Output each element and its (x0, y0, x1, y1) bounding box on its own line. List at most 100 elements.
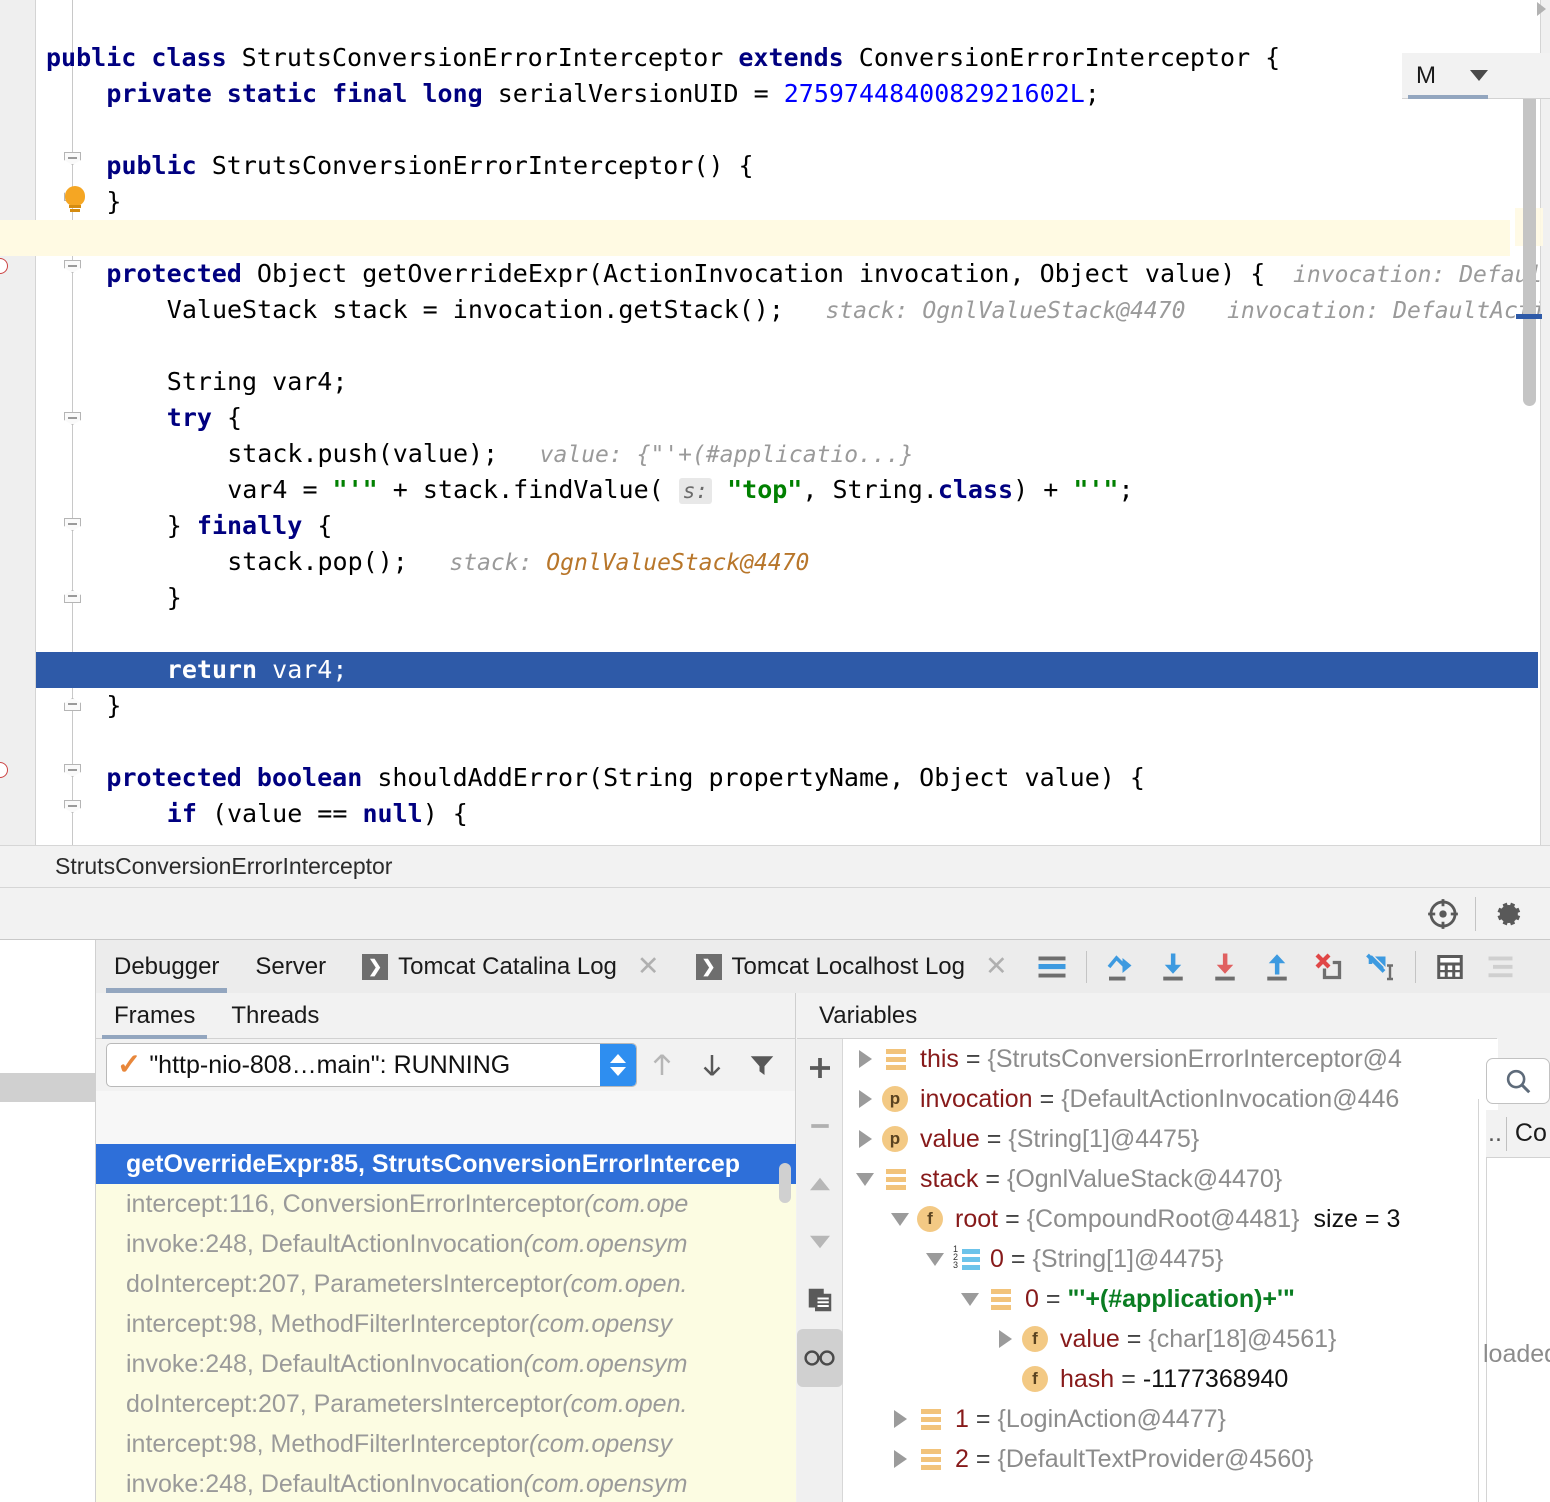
show-execution-point-icon[interactable] (1026, 940, 1078, 993)
variable-row[interactable]: f hash = -1177368940 (844, 1359, 1498, 1399)
move-down-icon[interactable] (687, 1043, 737, 1087)
variable-row[interactable]: p value = {String[1]@4475} (844, 1119, 1498, 1159)
chevron-updown-icon[interactable] (600, 1044, 636, 1086)
variable-equals: = (965, 1044, 981, 1073)
subtab-threads[interactable]: Threads (213, 993, 337, 1039)
close-icon[interactable]: ✕ (985, 953, 1008, 980)
far-panel-column-header[interactable]: .. Co (1486, 1110, 1550, 1158)
move-up-icon[interactable] (637, 1043, 687, 1087)
variable-row[interactable]: 1 = {LoginAction@4477} (844, 1399, 1498, 1439)
move-watch-down-icon[interactable] (797, 1213, 843, 1271)
expand-triangle-icon[interactable] (852, 1050, 878, 1068)
editor-right-rail (1540, 0, 1550, 845)
expand-triangle-icon[interactable] (992, 1330, 1018, 1348)
field-icon: f (1022, 1366, 1052, 1392)
frame-item[interactable]: doIntercept:207, ParametersInterceptor (… (96, 1264, 796, 1304)
add-watch-icon[interactable] (797, 1039, 843, 1097)
variable-row[interactable]: stack = {OgnlValueStack@4470} (844, 1159, 1498, 1199)
variable-row[interactable]: f root = {CompoundRoot@4481} size = 3 (844, 1199, 1498, 1239)
filter-icon[interactable] (737, 1043, 787, 1087)
frame-item[interactable]: invoke:248, DefaultActionInvocation (com… (96, 1464, 796, 1502)
frame-item-selected[interactable]: getOverrideExpr:85, StrutsConversionErro… (96, 1144, 796, 1184)
step-over-icon[interactable] (1095, 940, 1147, 993)
frame-method: doIntercept:207, ParametersInterceptor (126, 1389, 563, 1418)
mute-breakpoints-icon[interactable] (1476, 940, 1528, 993)
thread-selector[interactable]: ✓ "http-nio-808…main": RUNNING (106, 1043, 637, 1087)
code-line: try { (166, 403, 243, 432)
variable-equals: = (1005, 1204, 1020, 1233)
variables-tree[interactable]: this = {StrutsConversionErrorInterceptor@4… (844, 1039, 1498, 1502)
frame-method: getOverrideExpr:85, StrutsConversionErro… (126, 1149, 741, 1178)
move-watch-up-icon[interactable] (797, 1155, 843, 1213)
variable-row[interactable]: 1 2 3 0 = {String[1]@4475} (844, 1239, 1498, 1279)
force-step-into-icon[interactable] (1199, 940, 1251, 993)
drop-frame-icon[interactable] (1303, 940, 1355, 993)
code-line: public class StrutsConversionErrorInterc… (46, 43, 1281, 72)
tab-tomcat-catalina-log[interactable]: ❯ Tomcat Catalina Log ✕ (344, 940, 677, 993)
gear-icon[interactable] (1482, 888, 1534, 940)
collapse-triangle-icon[interactable] (922, 1252, 948, 1266)
scroll-arrow-icon[interactable] (1537, 2, 1546, 16)
step-into-icon[interactable] (1147, 940, 1199, 993)
variable-name: 2 (955, 1444, 969, 1473)
frame-item[interactable]: intercept:98, MethodFilterInterceptor (c… (96, 1304, 796, 1344)
breadcrumb[interactable]: StrutsConversionErrorInterceptor (0, 845, 1550, 888)
close-icon[interactable]: ✕ (637, 953, 660, 980)
frame-item[interactable]: invoke:248, DefaultActionInvocation (com… (96, 1224, 796, 1264)
collapse-triangle-icon[interactable] (957, 1292, 983, 1306)
editor-vertical-scrollbar[interactable] (1523, 58, 1536, 406)
variable-value: {String[1]@4475} (1032, 1244, 1224, 1273)
thread-selector-row: ✓ "http-nio-808…main": RUNNING (96, 1039, 795, 1091)
expand-triangle-icon[interactable] (852, 1090, 878, 1108)
expand-triangle-icon[interactable] (887, 1450, 913, 1468)
tab-server[interactable]: Server (237, 940, 344, 993)
frame-package: (com.opensym (523, 1229, 688, 1258)
variable-row[interactable]: this = {StrutsConversionErrorInterceptor@4 (844, 1039, 1498, 1079)
column-resize-handle[interactable]: .. (1488, 1119, 1502, 1148)
variable-name: root (955, 1204, 999, 1233)
frame-item[interactable]: doIntercept:207, ParametersInterceptor (… (96, 1384, 796, 1424)
frame-item[interactable]: intercept:98, MethodFilterInterceptor (c… (96, 1424, 796, 1464)
code-line: return var4; (166, 655, 348, 684)
frame-item[interactable]: intercept:116, ConversionErrorIntercepto… (96, 1184, 796, 1224)
frame-package: (com.opensym (523, 1469, 688, 1498)
subtab-frames[interactable]: Frames (96, 993, 213, 1039)
far-panel-tab-row[interactable]: M (1402, 53, 1550, 99)
settle-target-icon[interactable] (1417, 888, 1469, 940)
variable-size: size = 3 (1313, 1204, 1401, 1233)
variable-row[interactable]: 0 = "'+(#application)+'" (844, 1279, 1498, 1319)
variable-name: 0 (990, 1244, 1004, 1273)
tab-debugger[interactable]: Debugger (96, 940, 237, 993)
variable-row[interactable]: p invocation = {DefaultActionInvocation@446 (844, 1079, 1498, 1119)
variable-row[interactable]: f value = {char[18]@4561} (844, 1319, 1498, 1359)
frame-item[interactable]: invoke:248, DefaultActionInvocation (com… (96, 1344, 796, 1384)
evaluate-expression-icon[interactable] (1424, 940, 1476, 993)
frames-scrollbar[interactable] (779, 1163, 791, 1203)
search-input[interactable] (1486, 1058, 1550, 1104)
frames-list[interactable]: getOverrideExpr:85, StrutsConversionErro… (96, 1144, 796, 1502)
variable-value: -1177368940 (1142, 1364, 1289, 1393)
step-out-icon[interactable] (1251, 940, 1303, 993)
collapse-triangle-icon[interactable] (852, 1172, 878, 1186)
frame-package: (com.open. (562, 1269, 688, 1298)
thread-running-check-icon: ✓ (117, 1048, 142, 1081)
expand-triangle-icon[interactable] (887, 1410, 913, 1428)
variable-value: {String[1]@4475} (1008, 1124, 1200, 1153)
copy-value-icon[interactable] (797, 1271, 843, 1329)
remove-watch-icon[interactable] (797, 1097, 843, 1155)
collapse-triangle-icon[interactable] (887, 1212, 913, 1226)
frame-method: invoke:248, DefaultActionInvocation (126, 1469, 524, 1498)
variable-name: this (920, 1044, 959, 1073)
variable-row[interactable]: 2 = {DefaultTextProvider@4560} (844, 1439, 1498, 1479)
run-to-cursor-icon[interactable] (1355, 940, 1407, 993)
code-line: String var4; (166, 367, 348, 396)
variable-value: "'+(#application)+'" (1067, 1284, 1295, 1313)
subtab-threads-label: Threads (231, 1001, 320, 1029)
chevron-down-icon[interactable] (1470, 70, 1488, 81)
code-editor[interactable]: public class StrutsConversionErrorInterc… (0, 0, 1550, 845)
tab-tomcat-localhost-log[interactable]: ❯ Tomcat Localhost Log ✕ (678, 940, 1026, 993)
inspect-glasses-icon[interactable] (797, 1329, 843, 1387)
expand-triangle-icon[interactable] (852, 1130, 878, 1148)
left-tool-strip[interactable] (0, 940, 96, 1502)
code-line: } (106, 187, 122, 216)
